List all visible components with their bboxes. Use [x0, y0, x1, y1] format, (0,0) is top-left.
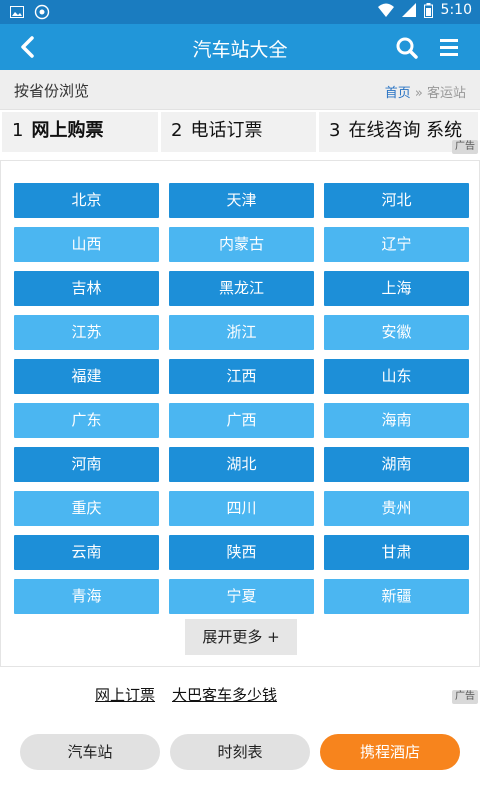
province-button[interactable]: 四川	[169, 491, 314, 526]
promo-links: 网上订票 大巴客车多少钱 广告	[0, 676, 480, 712]
province-button[interactable]: 山西	[14, 227, 159, 262]
ad-tab-label: 电话订票	[190, 120, 263, 141]
province-button[interactable]: 河南	[14, 447, 159, 482]
timetable-button[interactable]: 时刻表	[170, 734, 310, 770]
province-button[interactable]: 海南	[324, 403, 469, 438]
province-button[interactable]: 贵州	[324, 491, 469, 526]
province-button[interactable]: 辽宁	[324, 227, 469, 262]
ad-tab-number: 3	[329, 120, 341, 141]
province-button[interactable]: 吉林	[14, 271, 159, 306]
province-button[interactable]: 宁夏	[169, 579, 314, 614]
province-button[interactable]: 上海	[324, 271, 469, 306]
province-button[interactable]: 甘肃	[324, 535, 469, 570]
breadcrumb-separator: »	[410, 86, 427, 101]
province-button[interactable]: 青海	[14, 579, 159, 614]
province-button[interactable]: 黑龙江	[169, 271, 314, 306]
menu-icon[interactable]	[438, 36, 462, 58]
ad-tab-label: 在线咨询 系统	[348, 120, 463, 141]
province-button[interactable]: 广东	[14, 403, 159, 438]
province-button[interactable]: 福建	[14, 359, 159, 394]
status-bar: 5:10	[0, 0, 480, 24]
status-time: 5:10	[440, 2, 472, 18]
ad-tabs: 1 网上购票 2 电话订票 3 在线咨询 系统 广告	[0, 110, 480, 154]
province-button[interactable]: 湖南	[324, 447, 469, 482]
wifi-icon	[377, 3, 394, 17]
province-button[interactable]: 北京	[14, 183, 159, 218]
online-ticket-link[interactable]: 网上订票	[95, 684, 155, 705]
ad-tab-1[interactable]: 1 网上购票	[2, 112, 158, 152]
app-header: 汽车站大全	[0, 24, 480, 70]
province-button[interactable]: 江苏	[14, 315, 159, 350]
province-button[interactable]: 湖北	[169, 447, 314, 482]
province-panel: 北京 天津 河北 山西 内蒙古 辽宁 吉林 黑龙江 上海 江苏 浙江 安徽 福建…	[0, 160, 480, 667]
province-button[interactable]: 云南	[14, 535, 159, 570]
province-button[interactable]: 内蒙古	[169, 227, 314, 262]
browse-label: 按省份浏览	[14, 82, 90, 100]
browse-bar: 按省份浏览 首页 » 客运站	[0, 70, 480, 110]
ad-tab-number: 1	[12, 120, 24, 141]
province-button[interactable]: 新疆	[324, 579, 469, 614]
province-button[interactable]: 河北	[324, 183, 469, 218]
search-icon[interactable]	[394, 35, 420, 61]
province-button[interactable]: 山东	[324, 359, 469, 394]
ad-tab-2[interactable]: 2 电话订票	[161, 112, 316, 152]
province-button[interactable]: 安徽	[324, 315, 469, 350]
hotel-button[interactable]: 携程酒店	[320, 734, 460, 770]
breadcrumb: 首页 » 客运站	[385, 82, 466, 101]
ad-badge: 广告	[452, 140, 478, 154]
province-grid: 北京 天津 河北 山西 内蒙古 辽宁 吉林 黑龙江 上海 江苏 浙江 安徽 福建…	[14, 183, 469, 614]
battery-icon	[423, 2, 433, 18]
province-button[interactable]: 广西	[169, 403, 314, 438]
bus-price-link[interactable]: 大巴客车多少钱	[172, 684, 277, 705]
bottom-nav: 汽车站 时刻表 携程酒店	[0, 730, 480, 780]
breadcrumb-home-link[interactable]: 首页	[385, 86, 411, 101]
ad-tab-label: 网上购票	[31, 120, 104, 141]
province-button[interactable]: 陕西	[169, 535, 314, 570]
expand-more-button[interactable]: 展开更多 +	[185, 619, 297, 655]
ad-badge: 广告	[452, 690, 478, 704]
province-button[interactable]: 浙江	[169, 315, 314, 350]
province-button[interactable]: 江西	[169, 359, 314, 394]
province-button[interactable]: 天津	[169, 183, 314, 218]
image-notification-icon	[10, 6, 24, 18]
app-notification-icon	[34, 4, 50, 20]
province-button[interactable]: 重庆	[14, 491, 159, 526]
station-button[interactable]: 汽车站	[20, 734, 160, 770]
breadcrumb-current: 客运站	[426, 86, 466, 101]
ad-tab-number: 2	[171, 120, 183, 141]
signal-icon	[401, 3, 416, 17]
